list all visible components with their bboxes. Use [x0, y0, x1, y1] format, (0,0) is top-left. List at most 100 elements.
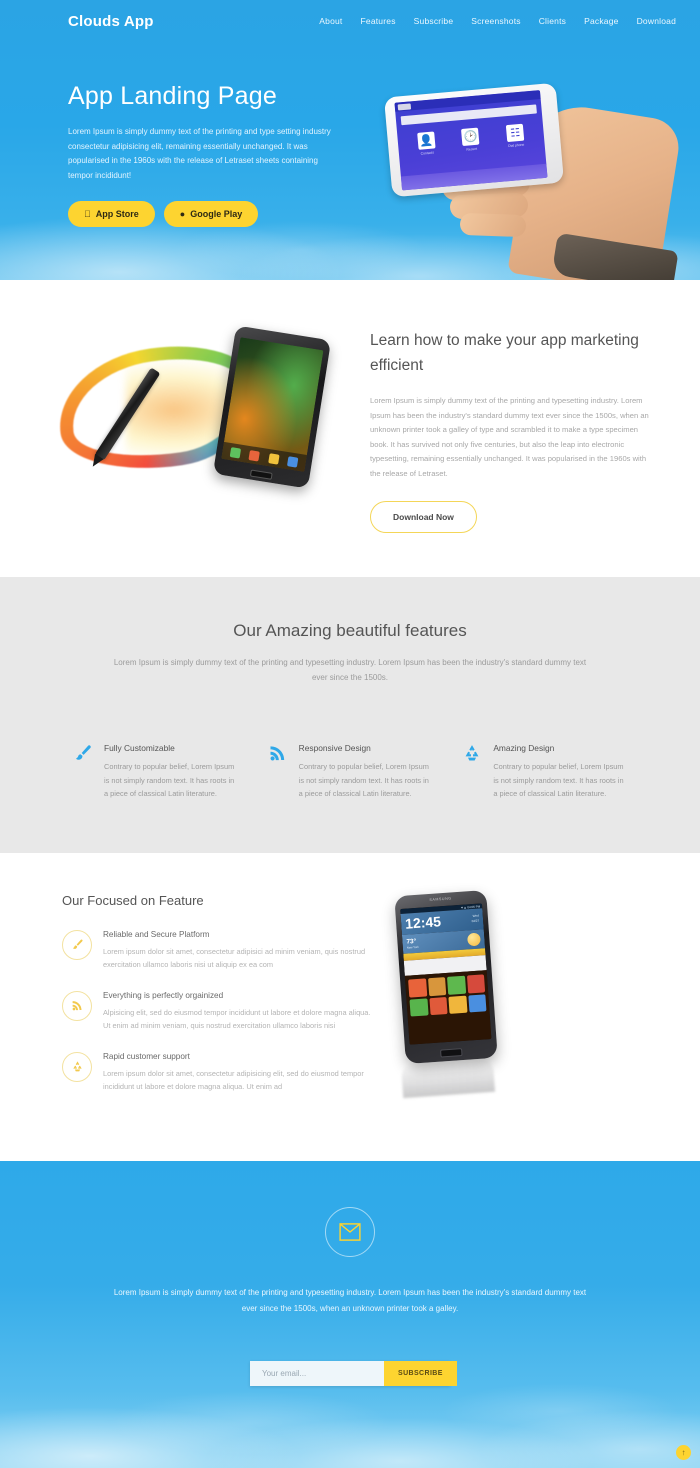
feature-item-fully-customizable: Fully Customizable Contrary to popular b… — [72, 743, 239, 801]
dock-app-icon — [248, 449, 261, 462]
weather-info: 73° New York — [406, 937, 419, 949]
app-grid — [404, 969, 492, 1045]
envelope-icon — [325, 1206, 375, 1257]
feature-body: Contrary to popular belief, Lorem Ipsum … — [298, 762, 429, 798]
nav-link-screenshots[interactable]: Screenshots — [471, 16, 520, 26]
nav-link-subscribe[interactable]: Subscribe — [414, 16, 454, 26]
brand-logo[interactable]: Clouds App — [68, 13, 154, 30]
samsung-brand-label: SAMSUNG — [429, 895, 452, 902]
feature-body: Contrary to popular belief, Lorem Ipsum … — [104, 762, 235, 798]
feature-title: Fully Customizable — [104, 743, 175, 753]
download-now-button[interactable]: Download Now — [370, 501, 477, 533]
phone-tab-icons: 👤 Contacts 🕑 Recent ☷ Dial phone — [397, 122, 544, 158]
learn-title: Learn how to make your app marketing eff… — [370, 332, 639, 374]
nav-links: About Features Subscribe Screenshots Cli… — [319, 16, 676, 26]
features-columns: Fully Customizable Contrary to popular b… — [0, 743, 700, 801]
learn-body: Lorem Ipsum is simply dummy text of the … — [370, 396, 649, 478]
apple-icon:  — [84, 209, 91, 219]
focused-item-perfectly-organized: Everything is perfectly orgainized Alpis… — [62, 990, 372, 1033]
focused-item-reliable-platform: Reliable and Secure Platform Lorem ipsum… — [62, 929, 372, 972]
features-title: Our Amazing beautiful features — [233, 621, 467, 640]
nav-link-clients[interactable]: Clients — [539, 16, 566, 26]
subscribe-form: SUBSCRIBE — [250, 1360, 457, 1386]
phone-tab-recent: 🕑 Recent — [461, 127, 480, 152]
paintbrush-icon — [62, 929, 92, 960]
app-icon — [466, 973, 486, 993]
email-input[interactable] — [250, 1360, 384, 1386]
focused-list: Our Focused on Feature Reliable and Secu… — [62, 893, 372, 1113]
contacts-label: Contacts — [420, 150, 435, 156]
hero-section: Clouds App About Features Subscribe Scre… — [0, 0, 700, 280]
recycle-icon — [62, 1051, 92, 1082]
feature-text: Amazing Design Contrary to popular belie… — [493, 743, 628, 801]
hero-title: App Landing Page — [68, 82, 277, 110]
home-button — [440, 1047, 463, 1058]
focused-text: Rapid customer support Lorem ipsum dolor… — [103, 1052, 372, 1094]
landscape-phone: 👤 Contacts 🕑 Recent ☷ Dial phone — [383, 82, 565, 198]
google-play-label: Google Play — [183, 209, 242, 219]
dock-app-icon — [268, 452, 280, 465]
dock-app-icon — [287, 455, 299, 468]
recycle-icon — [461, 743, 483, 765]
main-navigation: Clouds App About Features Subscribe Scre… — [0, 0, 700, 42]
focused-item-rapid-support: Rapid customer support Lorem ipsum dolor… — [62, 1051, 372, 1094]
contacts-icon: 👤 — [416, 131, 436, 150]
subscribe-button[interactable]: SUBSCRIBE — [384, 1360, 457, 1386]
home-button — [249, 469, 273, 480]
rss-signal-icon — [62, 990, 92, 1021]
app-store-button[interactable]:  App Store — [68, 201, 155, 227]
app-icon — [408, 977, 427, 997]
sun-icon — [467, 932, 481, 946]
phone-reflection — [400, 1057, 496, 1098]
hand-holding-phone-image: 👤 Contacts 🕑 Recent ☷ Dial phone — [380, 82, 683, 280]
feature-title: Amazing Design — [493, 743, 555, 753]
dock-app-icon — [229, 446, 241, 459]
phone-tab-dialpad: ☷ Dial phone — [505, 123, 525, 148]
focused-item-title: Rapid customer support — [103, 1051, 190, 1061]
focused-title: Our Focused on Feature — [62, 892, 204, 908]
learn-content: Learn how to make your app marketing eff… — [370, 320, 652, 533]
clock-time: 12:45 — [404, 912, 442, 932]
app-icon — [448, 994, 468, 1014]
app-icon — [428, 996, 448, 1015]
google-play-button[interactable]: ● Google Play — [163, 201, 259, 227]
app-icon — [446, 975, 466, 994]
features-section: Our Amazing beautiful features Lorem Ips… — [0, 577, 700, 853]
features-subtitle: Lorem Ipsum is simply dummy text of the … — [113, 658, 587, 682]
focused-item-body: Lorem ipsum dolor sit amet, consectetur … — [103, 946, 366, 970]
subscribe-description: Lorem Ipsum is simply dummy text of the … — [113, 1287, 587, 1313]
android-icon: ● — [180, 209, 185, 219]
clock-date: Wed 04/27 — [471, 913, 480, 923]
feature-title: Responsive Design — [298, 743, 371, 753]
feature-text: Fully Customizable Contrary to popular b… — [104, 743, 239, 801]
app-store-label: App Store — [89, 209, 139, 219]
dialpad-icon: ☷ — [505, 123, 525, 143]
rss-signal-icon — [267, 743, 289, 765]
nav-link-download[interactable]: Download — [637, 16, 676, 26]
focused-text: Reliable and Secure Platform Lorem ipsum… — [103, 930, 372, 972]
phone-dock — [221, 441, 307, 472]
nav-link-package[interactable]: Package — [584, 16, 618, 26]
hero-buttons:  App Store ● Google Play — [68, 201, 330, 227]
clock-icon: 🕑 — [461, 127, 480, 146]
focused-item-title: Reliable and Secure Platform — [103, 929, 210, 939]
weather-location: New York — [406, 944, 419, 950]
phone-tab-contacts: 👤 Contacts — [416, 131, 436, 156]
hero-content: App Landing Page Lorem Ipsum is simply d… — [0, 42, 331, 227]
nav-link-features[interactable]: Features — [361, 16, 396, 26]
landscape-phone-screen: 👤 Contacts 🕑 Recent ☷ Dial phone — [394, 90, 548, 191]
portrait-phone-screen — [221, 337, 324, 472]
scroll-top-icon[interactable]: ↑ — [676, 1444, 691, 1460]
phone-app-chip — [397, 102, 412, 111]
feature-item-amazing-design: Amazing Design Contrary to popular belie… — [461, 743, 628, 801]
app-icon — [427, 976, 447, 996]
samsung-device: SAMSUNG ▼▲ 04:06 PM 12:45 Wed 04/27 73° … — [394, 889, 498, 1064]
focused-item-title: Everything is perfectly orgainized — [103, 990, 224, 1000]
finger-shape — [459, 212, 527, 238]
subscribe-section: Lorem Ipsum is simply dummy text of the … — [0, 1161, 700, 1468]
feature-body: Contrary to popular belief, Lorem Ipsum … — [493, 762, 624, 798]
nav-link-about[interactable]: About — [319, 16, 342, 26]
learn-section: Learn how to make your app marketing eff… — [0, 280, 700, 577]
focused-feature-section: Our Focused on Feature Reliable and Secu… — [0, 852, 700, 1161]
hero-description: Lorem Ipsum is simply dummy text of the … — [68, 127, 331, 180]
